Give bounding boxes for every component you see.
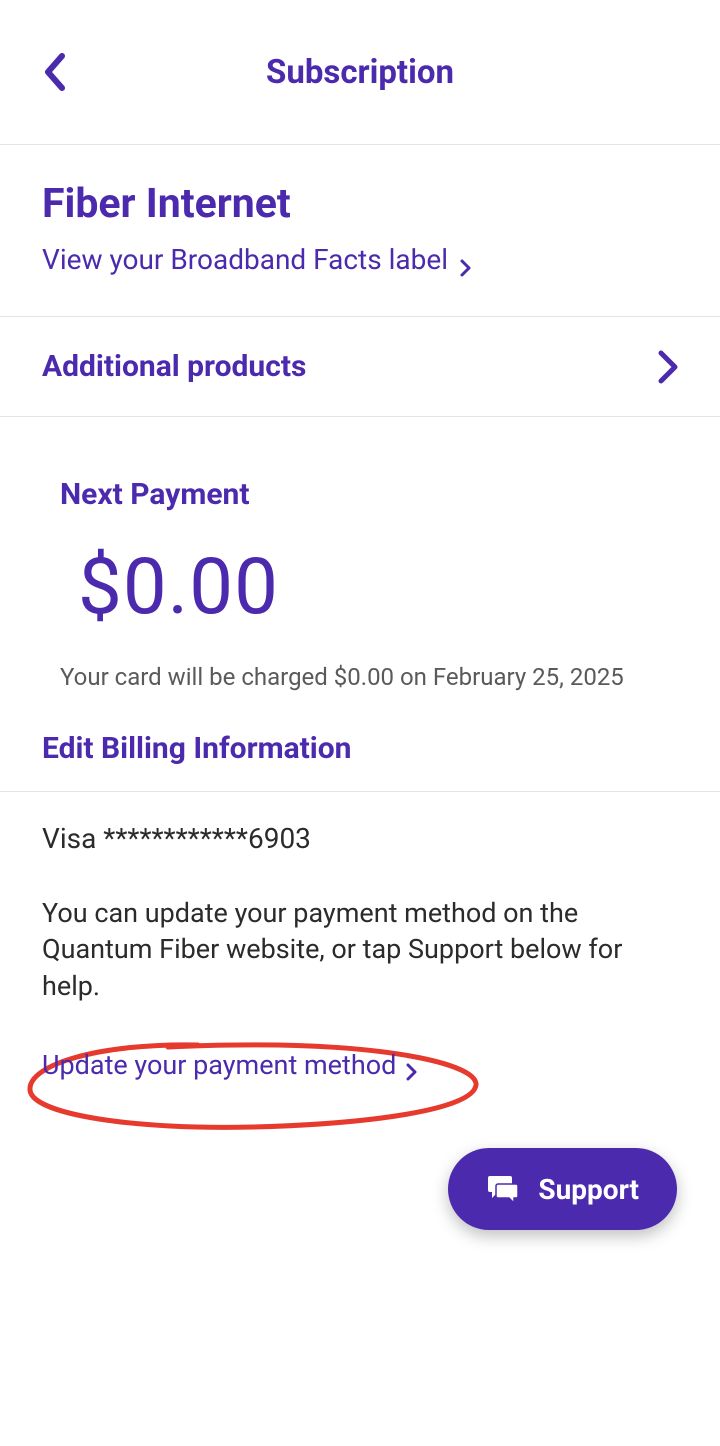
fiber-section: Fiber Internet View your Broadband Facts… [0,145,720,317]
chevron-right-icon [658,350,678,384]
back-button[interactable] [42,52,66,92]
payment-amount: $0.00 [78,542,660,633]
header-bar: Subscription [0,0,720,145]
chat-icon [486,1172,520,1206]
page-title: Subscription [266,53,454,92]
chevron-right-icon [406,1056,417,1074]
update-note: You can update your payment method on th… [42,895,678,1004]
broadband-facts-link[interactable]: View your Broadband Facts label [42,243,471,276]
payment-note: Your card will be charged $0.00 on Febru… [60,663,660,691]
update-payment-link[interactable]: Update your payment method [42,1049,417,1081]
billing-body: Visa ************6903 You can update you… [0,791,720,1081]
chevron-right-icon [460,251,471,269]
billing-header: Edit Billing Information [0,731,720,791]
chevron-left-icon [42,77,66,96]
card-info: Visa ************6903 [42,822,678,855]
payment-section: Next Payment $0.00 Your card will be cha… [0,417,720,731]
broadband-facts-label: View your Broadband Facts label [42,243,448,276]
support-button[interactable]: Support [448,1148,677,1230]
support-label: Support [538,1173,639,1206]
fiber-title: Fiber Internet [42,180,678,228]
additional-products-row[interactable]: Additional products [0,317,720,417]
next-payment-label: Next Payment [60,477,660,512]
billing-title: Edit Billing Information [42,731,678,766]
additional-products-label: Additional products [42,349,306,384]
update-payment-label: Update your payment method [42,1049,396,1081]
